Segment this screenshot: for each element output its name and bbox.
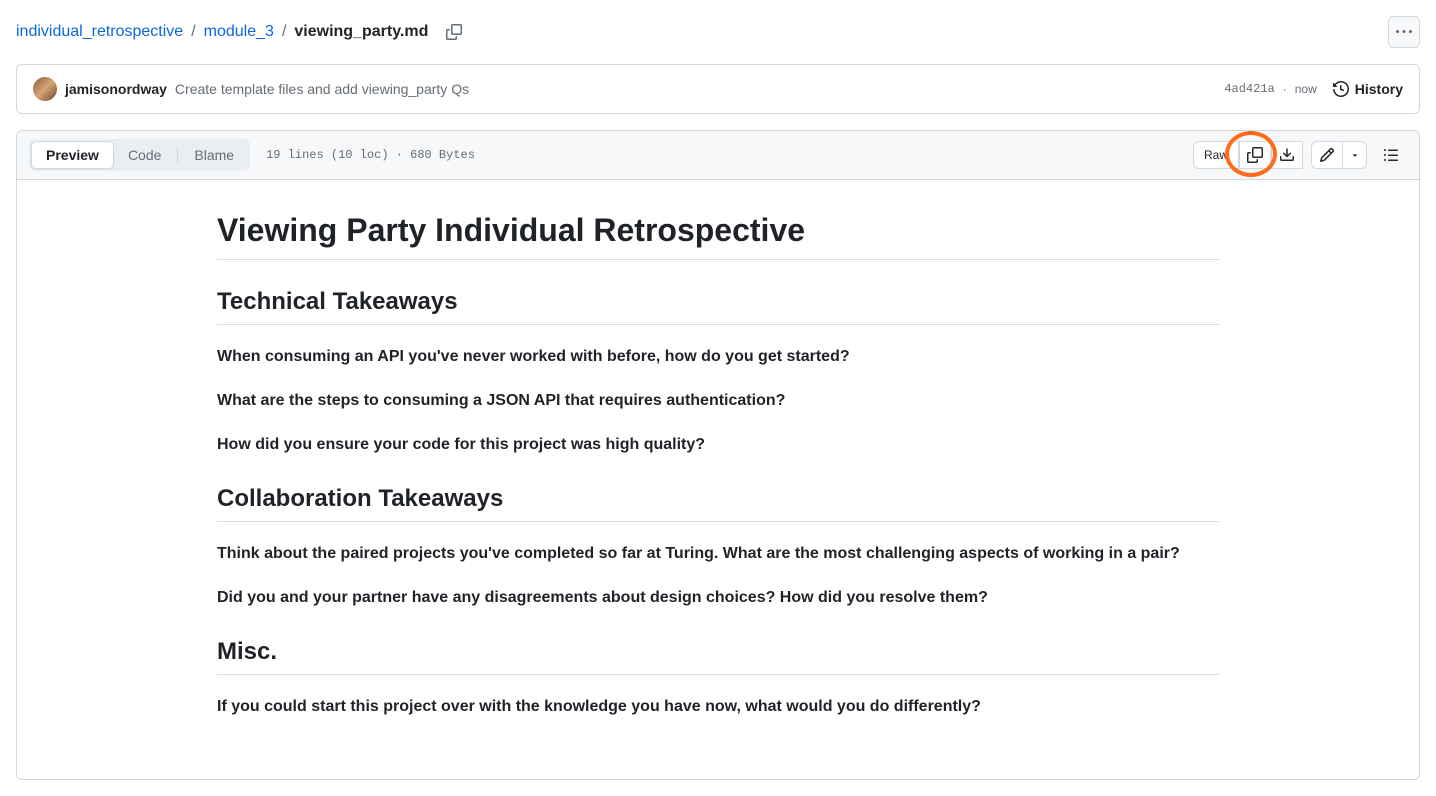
question-text: Think about the paired projects you've c… — [217, 542, 1219, 566]
raw-button[interactable]: Raw — [1193, 141, 1239, 169]
history-label: History — [1355, 81, 1403, 97]
question-text: What are the steps to consuming a JSON A… — [217, 389, 1219, 413]
file-info: 19 lines (10 loc) · 680 Bytes — [266, 148, 475, 162]
page-title: Viewing Party Individual Retrospective — [217, 212, 1219, 260]
section-heading: Collaboration Takeaways — [217, 485, 1219, 522]
commit-time: now — [1295, 82, 1317, 96]
breadcrumb-current: viewing_party.md — [294, 23, 428, 41]
edit-dropdown-button[interactable] — [1343, 141, 1367, 169]
tab-blame[interactable]: Blame — [180, 141, 248, 169]
copy-icon — [446, 24, 462, 40]
latest-commit-bar: jamisonordway Create template files and … — [16, 64, 1420, 114]
history-link[interactable]: History — [1333, 81, 1403, 97]
markdown-content: Viewing Party Individual Retrospective T… — [17, 180, 1419, 779]
question-text: If you could start this project over wit… — [217, 695, 1219, 719]
file-toolbar: Preview Code Blame 19 lines (10 loc) · 6… — [17, 131, 1419, 180]
section-heading: Technical Takeaways — [217, 288, 1219, 325]
tab-divider — [177, 147, 178, 163]
section-heading: Misc. — [217, 638, 1219, 675]
breadcrumb-link-0[interactable]: individual_retrospective — [16, 23, 183, 41]
breadcrumb: individual_retrospective / module_3 / vi… — [16, 18, 468, 46]
question-text: Did you and your partner have any disagr… — [217, 586, 1219, 610]
tab-code[interactable]: Code — [114, 141, 175, 169]
question-text: How did you ensure your code for this pr… — [217, 433, 1219, 457]
commit-author[interactable]: jamisonordway — [65, 81, 167, 97]
history-icon — [1333, 81, 1349, 97]
edit-button[interactable] — [1311, 141, 1343, 169]
file-content-box: Preview Code Blame 19 lines (10 loc) · 6… — [16, 130, 1420, 780]
breadcrumb-link-1[interactable]: module_3 — [204, 23, 274, 41]
commit-message[interactable]: Create template files and add viewing_pa… — [175, 81, 469, 97]
commit-sha[interactable]: 4ad421a — [1224, 82, 1274, 96]
outline-button[interactable] — [1375, 141, 1407, 169]
copy-icon — [1247, 147, 1263, 163]
breadcrumb-separator: / — [187, 23, 199, 41]
pencil-icon — [1319, 147, 1335, 163]
avatar[interactable] — [33, 77, 57, 101]
edit-button-group — [1311, 141, 1367, 169]
copy-path-button[interactable] — [440, 18, 468, 46]
commit-dot: · — [1283, 82, 1287, 96]
kebab-horizontal-icon — [1396, 24, 1412, 40]
triangle-down-icon — [1350, 150, 1360, 160]
breadcrumb-separator: / — [278, 23, 290, 41]
list-unordered-icon — [1383, 147, 1399, 163]
tab-preview[interactable]: Preview — [31, 141, 114, 169]
more-options-button[interactable] — [1388, 16, 1420, 48]
raw-button-group: Raw — [1193, 141, 1303, 169]
question-text: When consuming an API you've never worke… — [217, 345, 1219, 369]
copy-raw-button[interactable] — [1239, 141, 1271, 169]
download-raw-button[interactable] — [1271, 141, 1303, 169]
download-icon — [1279, 147, 1295, 163]
view-mode-tabs: Preview Code Blame — [29, 139, 250, 171]
